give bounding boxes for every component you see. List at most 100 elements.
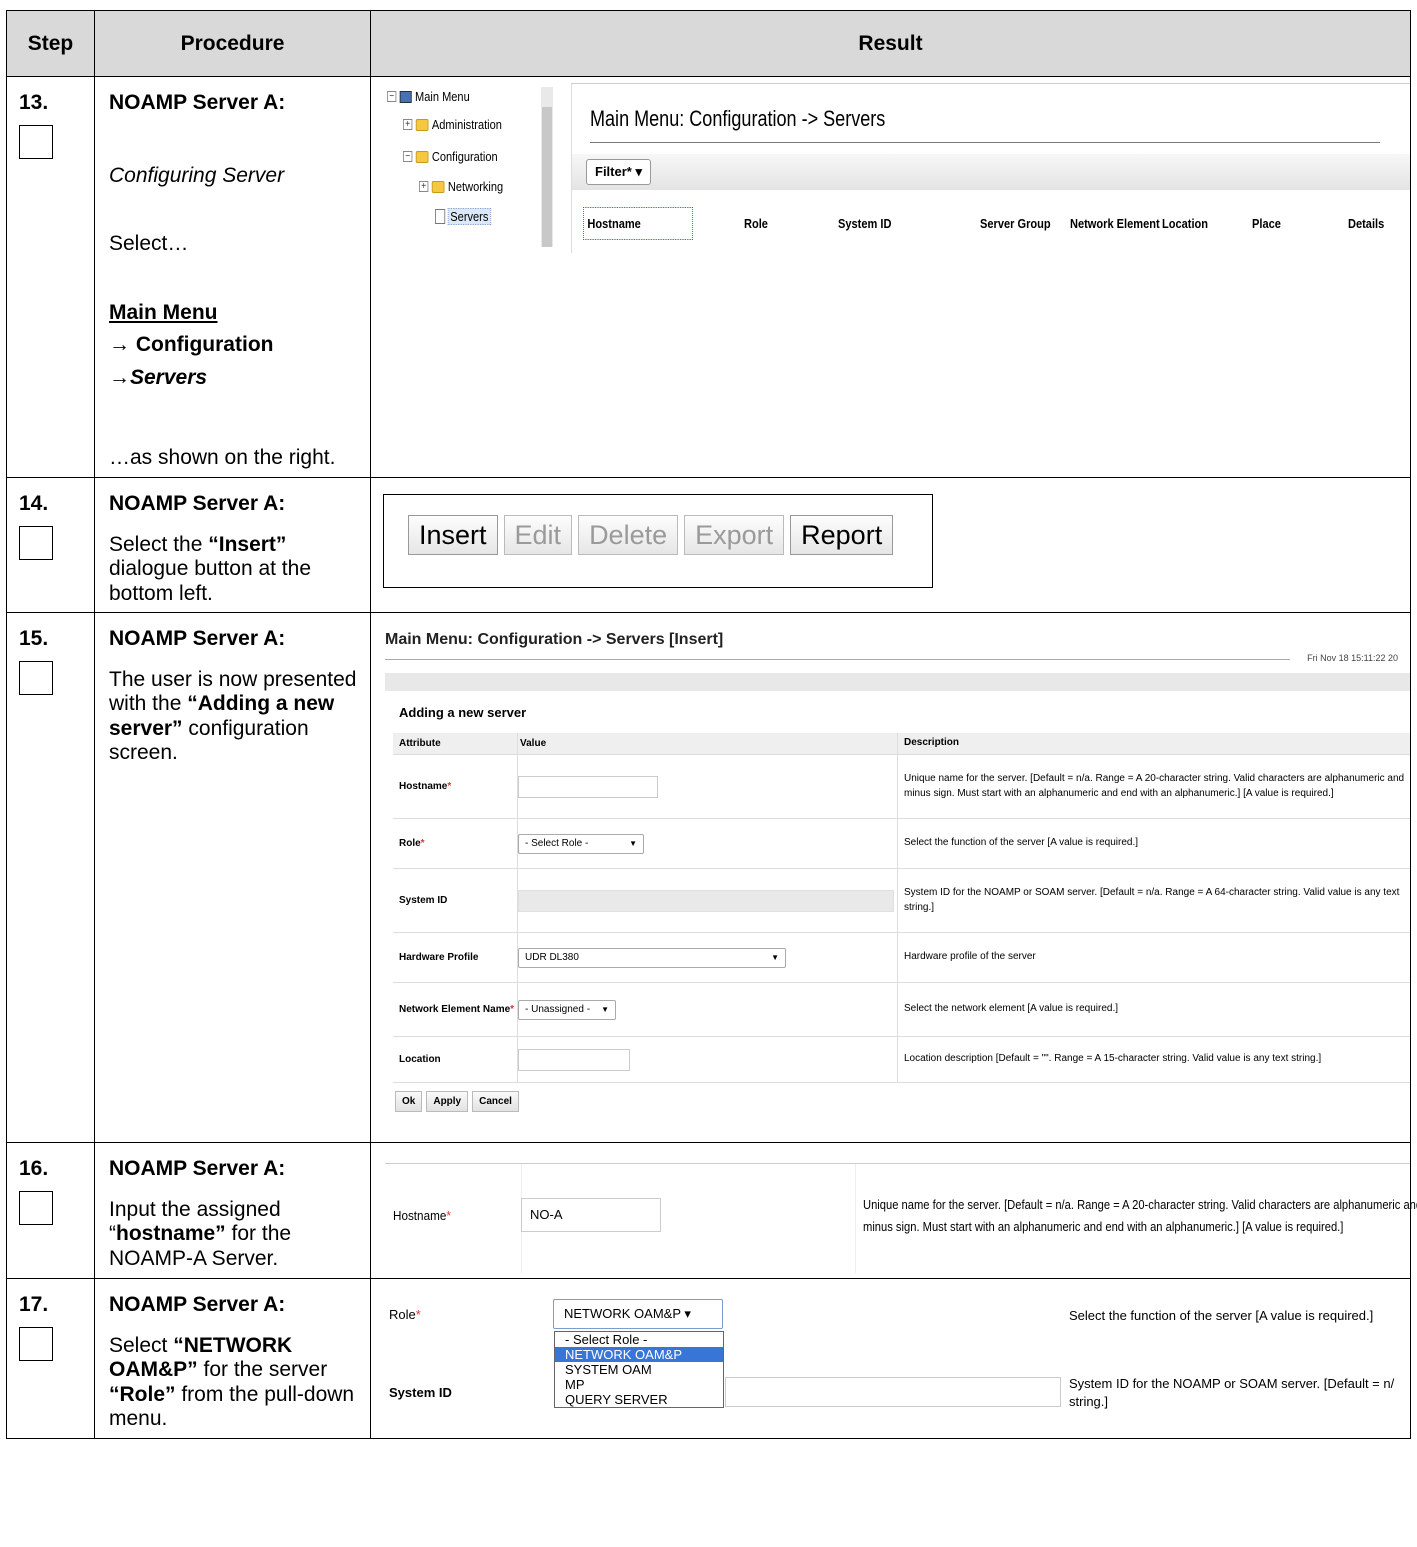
step-number: 13.	[19, 91, 49, 114]
col-hostname[interactable]: Hostname	[583, 207, 693, 240]
computer-icon	[399, 90, 412, 103]
tree-administration[interactable]: + Administration	[403, 117, 502, 132]
button-bar-screenshot: Insert Edit Delete Export Report	[371, 478, 1410, 590]
col-server-group[interactable]: Server Group	[980, 216, 1051, 231]
expand-icon: +	[403, 119, 413, 130]
page-title: Main Menu: Configuration -> Servers [Ins…	[385, 631, 724, 649]
step-checkbox[interactable]	[19, 661, 53, 696]
tree-configuration[interactable]: − Configuration	[403, 149, 498, 164]
step-row-17: 17. NOAMP Server A: Select “NETWORK OAM&…	[6, 1278, 1411, 1439]
col-details[interactable]: Details	[1348, 216, 1384, 231]
cancel-button[interactable]: Cancel	[472, 1091, 519, 1113]
servers-screenshot: − Main Menu + Administration − Configuratio…	[371, 77, 1410, 257]
step-subtitle: Configuring Server	[109, 163, 285, 187]
form-row-role: Role * - Select Role - ▼ Select the functi…	[393, 819, 1410, 870]
col-value: Value	[517, 733, 897, 755]
server-label: NOAMP Server A:	[109, 627, 286, 651]
filter-bar: Filter* ▾	[572, 154, 1410, 190]
folder-icon	[415, 118, 429, 131]
step-number: 17.	[19, 1293, 49, 1317]
step-row-16: 16. NOAMP Server A: Input the assigned “…	[6, 1142, 1417, 1280]
timestamp: Fri Nov 18 15:11:22 20	[1307, 653, 1398, 664]
step-row-14: 14. NOAMP Server A: Select the “Insert” …	[6, 476, 1411, 614]
role-option[interactable]: - Select Role -	[555, 1332, 723, 1347]
main-menu-tree: − Main Menu + Administration − Configuratio…	[383, 87, 543, 252]
server-label: NOAMP Server A:	[109, 1293, 286, 1317]
system-id-input[interactable]	[725, 1377, 1061, 1408]
step-checkbox[interactable]	[19, 1327, 53, 1362]
tree-servers[interactable]: Servers	[435, 208, 491, 225]
menu-path-main: Main Menu	[109, 300, 218, 324]
form-subtitle: Adding a new server	[399, 705, 527, 721]
header-result: Result	[370, 10, 1411, 77]
role-option[interactable]: QUERY SERVER	[555, 1392, 723, 1407]
network-element-select[interactable]: - Unassigned - ▼	[518, 999, 616, 1020]
col-role[interactable]: Role	[744, 216, 768, 231]
collapse-icon: −	[387, 91, 397, 102]
form-row-system-id: System ID System ID for the NOAMP or SOA…	[393, 869, 1410, 934]
chevron-down-icon: ▼	[629, 839, 637, 849]
role-dropdown-screenshot: Role* NETWORK OAM&P ▾ - Select Role - NE…	[371, 1279, 1410, 1419]
select-text: Select…	[109, 232, 189, 256]
delete-button[interactable]: Delete	[578, 514, 679, 555]
chevron-down-icon: ▼	[601, 1005, 609, 1015]
step-checkbox[interactable]	[19, 125, 53, 159]
folder-open-icon	[415, 150, 429, 163]
col-place[interactable]: Place	[1252, 216, 1281, 231]
apply-button[interactable]: Apply	[426, 1091, 469, 1113]
servers-table-header: Hostname Role System ID Server Group Net…	[582, 206, 1410, 242]
role-option[interactable]: MP	[555, 1377, 723, 1392]
step-number: 14.	[19, 491, 49, 515]
page-title: Main Menu: Configuration -> Servers	[590, 106, 886, 131]
step-row-15: 15. NOAMP Server A: The user is now pres…	[6, 612, 1411, 1144]
tree-scrollbar[interactable]	[541, 87, 553, 247]
export-button[interactable]: Export	[684, 514, 785, 555]
tree-networking[interactable]: + Networking	[419, 179, 503, 194]
col-location[interactable]: Location	[1162, 216, 1208, 231]
menu-path-servers: →Servers	[109, 365, 208, 389]
insert-button[interactable]: Insert	[408, 514, 498, 555]
col-system-id[interactable]: System ID	[838, 216, 891, 231]
folder-icon	[431, 180, 445, 193]
servers-main-panel: Main Menu: Configuration -> Servers Filt…	[571, 83, 1410, 253]
system-id-input[interactable]	[518, 889, 894, 912]
step-number: 16.	[19, 1157, 49, 1181]
col-network-element[interactable]: Network Element	[1070, 216, 1160, 231]
role-description: Select the function of the server [A val…	[1069, 1308, 1374, 1324]
server-label: NOAMP Server A:	[109, 91, 286, 114]
add-server-screenshot: Main Menu: Configuration -> Servers [Ins…	[371, 613, 1410, 1113]
hostname-input[interactable]	[518, 775, 658, 798]
role-select[interactable]: - Select Role - ▼	[518, 833, 644, 854]
location-input[interactable]	[518, 1048, 630, 1071]
hostname-description: Unique name for the server. [Default = n…	[863, 1197, 1417, 1235]
document-icon	[435, 209, 446, 224]
hostname-screenshot: Hostname* NO-A Unique name for the serve…	[371, 1143, 1417, 1277]
hardware-profile-select[interactable]: UDR DL380 ▼	[518, 947, 786, 968]
menu-path-config: → Configuration	[109, 333, 274, 357]
system-id-label: System ID	[389, 1385, 452, 1401]
server-label: NOAMP Server A:	[109, 1157, 286, 1181]
role-select[interactable]: NETWORK OAM&P ▾	[553, 1299, 723, 1330]
system-id-description: System ID for the NOAMP or SOAM server. …	[1069, 1376, 1395, 1410]
chevron-down-icon: ▼	[771, 953, 779, 963]
step-checkbox[interactable]	[19, 1191, 53, 1226]
ok-button[interactable]: Ok	[395, 1091, 423, 1113]
procedure-table: Step Procedure Result 13. NOAMP Server A…	[6, 10, 1417, 1439]
edit-button[interactable]: Edit	[503, 514, 573, 555]
role-option-selected[interactable]: NETWORK OAM&P	[555, 1347, 723, 1363]
role-option[interactable]: SYSTEM OAM	[555, 1362, 723, 1377]
shown-text: …as shown on the right.	[109, 446, 336, 470]
header-procedure: Procedure	[94, 10, 371, 77]
form-row-hostname: Hostname * Unique name for the server. [D…	[393, 755, 1410, 820]
filter-button[interactable]: Filter* ▾	[586, 159, 651, 185]
hostname-input[interactable]: NO-A	[521, 1198, 661, 1233]
form-row-location: Location Location description [Default =…	[393, 1037, 1410, 1084]
hostname-label: Hostname*	[393, 1208, 451, 1224]
step-checkbox[interactable]	[19, 525, 53, 560]
report-button[interactable]: Report	[790, 514, 894, 555]
tree-main-menu[interactable]: − Main Menu	[387, 89, 470, 104]
collapse-icon: −	[403, 151, 413, 162]
expand-icon: +	[419, 181, 429, 192]
role-label: Role*	[389, 1307, 421, 1323]
step-number: 15.	[19, 627, 49, 651]
